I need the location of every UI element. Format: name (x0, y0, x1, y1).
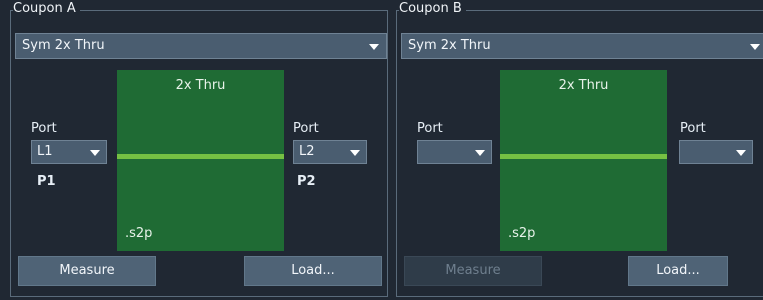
coupon-a-right-port-label: Port (293, 121, 319, 136)
coupon-a-load-button[interactable]: Load... (244, 256, 382, 286)
chevron-down-icon (750, 44, 760, 50)
coupon-a-right-port-value: L2 (299, 144, 315, 159)
coupon-b-load-button[interactable]: Load... (628, 256, 728, 286)
coupon-a-type-select[interactable]: Sym 2x Thru (15, 33, 387, 59)
coupon-a-left-port-value: L1 (37, 144, 53, 159)
coupon-a-title: Coupon A (13, 2, 80, 16)
chevron-down-icon (369, 44, 379, 50)
coupon-b-left-port-select[interactable] (417, 140, 492, 164)
coupon-b-panel: Coupon B Sym 2x Thru 2x Thru .s2p Port P… (396, 2, 763, 297)
coupon-b-type-value: Sym 2x Thru (408, 38, 491, 53)
coupon-b-left-port-label: Port (417, 121, 443, 136)
chevron-down-icon (90, 150, 100, 156)
coupon-a-file-ext: .s2p (125, 226, 153, 241)
coupon-b-title: Coupon B (399, 2, 466, 16)
coupon-b-thru-line (500, 154, 667, 159)
coupon-a-thru-title: 2x Thru (175, 78, 226, 93)
coupon-b-thru-box: 2x Thru .s2p (500, 70, 667, 251)
chevron-down-icon (736, 150, 746, 156)
coupon-a-left-port-number: P1 (37, 174, 56, 189)
coupon-a-thru-line (117, 154, 284, 159)
coupon-a-thru-box: 2x Thru .s2p (117, 70, 284, 251)
coupon-a-right-port-number: P2 (297, 174, 316, 189)
chevron-down-icon (350, 150, 360, 156)
coupon-a-measure-button[interactable]: Measure (18, 256, 156, 286)
chevron-down-icon (475, 150, 485, 156)
coupon-b-right-port-label: Port (680, 121, 706, 136)
coupon-a-panel: Coupon A Sym 2x Thru 2x Thru .s2p Port L… (10, 2, 388, 297)
coupon-b-thru-title: 2x Thru (558, 78, 609, 93)
coupon-b-measure-button[interactable]: Measure (404, 256, 542, 286)
coupon-a-right-port-select[interactable]: L2 (293, 140, 367, 164)
coupon-a-left-port-label: Port (31, 121, 57, 136)
coupon-b-type-select[interactable]: Sym 2x Thru (401, 33, 763, 59)
coupon-b-right-port-select[interactable] (679, 140, 753, 164)
coupon-a-type-value: Sym 2x Thru (22, 38, 105, 53)
coupon-b-file-ext: .s2p (508, 226, 536, 241)
coupon-a-left-port-select[interactable]: L1 (31, 140, 107, 164)
